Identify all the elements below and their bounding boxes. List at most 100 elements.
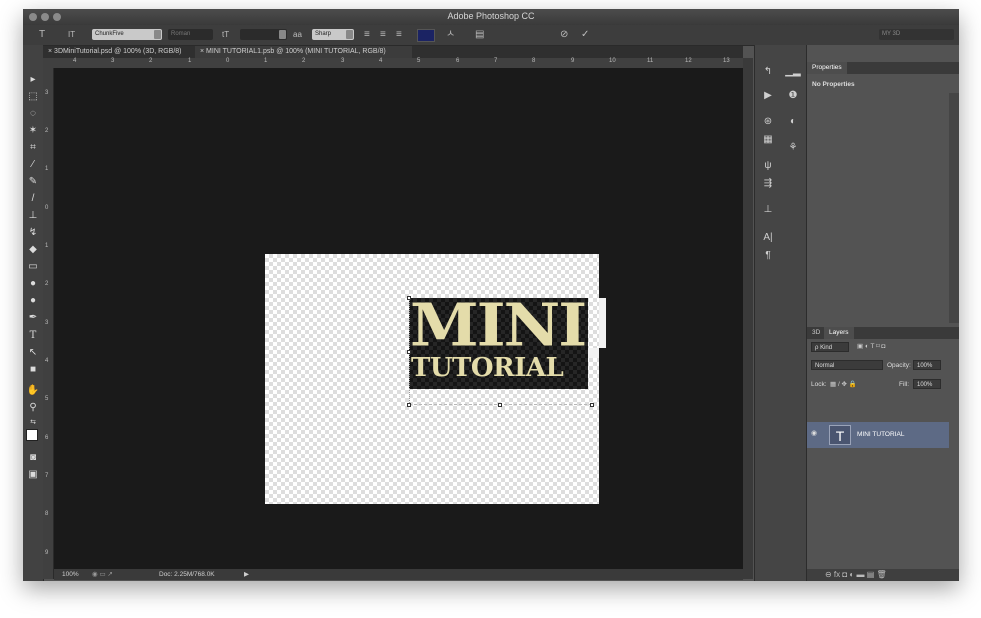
ruler-label: 4 [45, 358, 49, 364]
channels-panel-icon[interactable]: ⚘ [785, 141, 801, 155]
ruler-label: 1 [188, 58, 192, 64]
type-tool-icon[interactable]: T [26, 329, 40, 342]
tab-mini-tutorial[interactable]: × MINI TUTORIAL1.psb @ 100% (MINI TUTORI… [195, 46, 412, 58]
ruler-label: 1 [45, 243, 49, 249]
dodge-tool-icon[interactable]: ● [26, 294, 40, 307]
clone-stamp-icon[interactable]: ⊥ [26, 209, 40, 222]
align-center-icon[interactable]: ≡ [380, 29, 386, 40]
align-left-icon[interactable]: ≡ [364, 29, 370, 40]
character-panel-icon[interactable]: A| [760, 231, 776, 245]
align-right-icon[interactable]: ≡ [396, 29, 402, 40]
ruler-label: 12 [685, 58, 692, 64]
layer-row[interactable]: ◉ T MINI TUTORIAL [807, 422, 949, 448]
text-bounding-box[interactable] [409, 298, 592, 405]
toggle-orientation-icon[interactable]: IT [68, 29, 75, 40]
magic-wand-icon[interactable]: ✶ [26, 124, 40, 137]
histogram-panel-icon[interactable]: ▁▂ [785, 65, 801, 79]
layers-header: 3D Layers [807, 327, 959, 339]
paragraph-panel-icon[interactable]: ¶ [760, 249, 776, 263]
healing-brush-icon[interactable]: ✎ [26, 175, 40, 188]
character-panel-icon[interactable]: ▤ [475, 29, 484, 40]
marquee-tool-icon[interactable]: ⬚ [26, 90, 40, 103]
foreground-color-swatch[interactable] [26, 429, 38, 441]
font-size-select[interactable] [240, 29, 287, 40]
3d-panel-icon[interactable]: ⊛ [760, 115, 776, 129]
status-icons[interactable]: ◉ ▭ ↗ [92, 569, 113, 580]
layer-actions-icons[interactable]: ⊖ fx ◘ ◐ ▬ ▤ 🗑 [825, 569, 887, 581]
status-menu-arrow-icon[interactable]: ▶ [244, 569, 249, 580]
swatches-panel-icon[interactable]: ▦ [760, 133, 776, 147]
warp-text-icon[interactable]: ㅅ [446, 29, 455, 40]
ruler-label: 1 [264, 58, 268, 64]
font-style-select[interactable]: Roman [168, 29, 213, 40]
font-family-select[interactable]: ChunkFive [92, 29, 162, 40]
zoom-level[interactable]: 100% [62, 569, 79, 580]
rectangle-tool-icon[interactable]: ■ [26, 363, 40, 376]
commit-edits-icon[interactable]: ✓ [581, 29, 589, 40]
close-icon[interactable]: × [48, 48, 52, 55]
layer-filter-select[interactable]: ρ Kind [811, 342, 849, 352]
visibility-eye-icon[interactable]: ◉ [811, 430, 820, 438]
info-panel-icon[interactable]: ❶ [785, 89, 801, 103]
lock-label: Lock: [811, 381, 827, 388]
history-panel-icon[interactable]: ↰ [760, 65, 776, 79]
close-icon[interactable]: × [200, 48, 204, 55]
vertical-ruler: 3 2 1 0 1 2 3 4 5 6 7 8 9 [43, 68, 54, 579]
brush-tool-icon[interactable]: / [26, 192, 40, 205]
right-panel: Properties No Properties 3D Layers ρ Kin… [807, 45, 959, 581]
transform-handle[interactable] [590, 403, 594, 407]
text-color-swatch[interactable] [417, 29, 435, 42]
eyedropper-icon[interactable]: ⁄ [26, 158, 40, 171]
transform-handle[interactable] [407, 296, 411, 300]
transform-handle[interactable] [498, 403, 502, 407]
zoom-tool-icon[interactable]: ⚲ [26, 401, 40, 414]
actions-panel-icon[interactable]: ▶ [760, 89, 776, 103]
move-tool-icon[interactable]: ▸ [26, 73, 40, 86]
tab-layers[interactable]: Layers [824, 327, 854, 339]
blend-mode-select[interactable]: Normal [811, 360, 883, 370]
hand-tool-icon[interactable]: ✋ [26, 384, 40, 397]
fill-field[interactable]: 100% [913, 379, 941, 389]
pen-tool-icon[interactable]: ✒ [26, 311, 40, 324]
crop-tool-icon[interactable]: ⌗ [26, 141, 40, 154]
workspace-select[interactable]: MY 3D [879, 29, 954, 40]
canvas-scrollbar[interactable] [743, 58, 753, 579]
type-tool-preset-icon[interactable]: T [39, 29, 45, 40]
gradient-tool-icon[interactable]: ▭ [26, 260, 40, 273]
ruler-label: 6 [456, 58, 460, 64]
ruler-label: 2 [302, 58, 306, 64]
ruler-label: 8 [532, 58, 536, 64]
cancel-edits-icon[interactable]: ⊘ [560, 29, 568, 40]
document-tabs: × 3DMiniTutorial.psd @ 100% (3D, RGB/8) … [43, 46, 743, 58]
properties-scrollbar[interactable] [949, 93, 959, 323]
lasso-tool-icon[interactable]: ◌ [26, 107, 40, 120]
blur-tool-icon[interactable]: ● [26, 277, 40, 290]
lock-icons[interactable]: ▦ / ✥ 🔒 [830, 380, 857, 388]
swap-colors-icon[interactable]: ⇆ [26, 416, 40, 429]
doc-size[interactable]: Doc: 2.25M/768.0K [159, 569, 215, 580]
ruler-label: 3 [45, 320, 49, 326]
opacity-field[interactable]: 100% [913, 360, 941, 370]
history-brush-icon[interactable]: ↯ [26, 226, 40, 239]
brush-panel-icon[interactable]: ψ [760, 159, 776, 173]
transform-handle[interactable] [407, 350, 411, 354]
eraser-tool-icon[interactable]: ◆ [26, 243, 40, 256]
anti-alias-icon: aa [293, 30, 302, 39]
filter-icons[interactable]: ▣ ◐ T ⌑ ◘ [857, 342, 885, 350]
tab-3d[interactable]: 3D [807, 327, 825, 339]
anti-alias-select[interactable]: Sharp [312, 29, 354, 40]
tab-3dminitutorial[interactable]: × 3DMiniTutorial.psd @ 100% (3D, RGB/8) [43, 46, 200, 58]
chevron-down-icon [346, 30, 353, 39]
clone-source-icon[interactable]: ⊥ [760, 203, 776, 217]
brush-presets-icon[interactable]: ⇶ [760, 177, 776, 191]
no-properties-text: No Properties [812, 81, 855, 88]
canvas-area[interactable]: MINI TUTORIAL [54, 68, 743, 579]
transform-handle[interactable] [407, 403, 411, 407]
options-bar: T IT ChunkFive Roman tT aa Sharp ≡ ≡ ≡ ㅅ… [23, 25, 959, 46]
screen-mode-icon[interactable]: ▣ [26, 468, 40, 481]
layer-name[interactable]: MINI TUTORIAL [857, 431, 904, 438]
tab-properties[interactable]: Properties [807, 62, 847, 74]
path-selection-icon[interactable]: ↖ [26, 346, 40, 359]
quick-mask-icon[interactable]: ◙ [26, 451, 40, 464]
adjustments-panel-icon[interactable]: ◐ [785, 115, 801, 129]
